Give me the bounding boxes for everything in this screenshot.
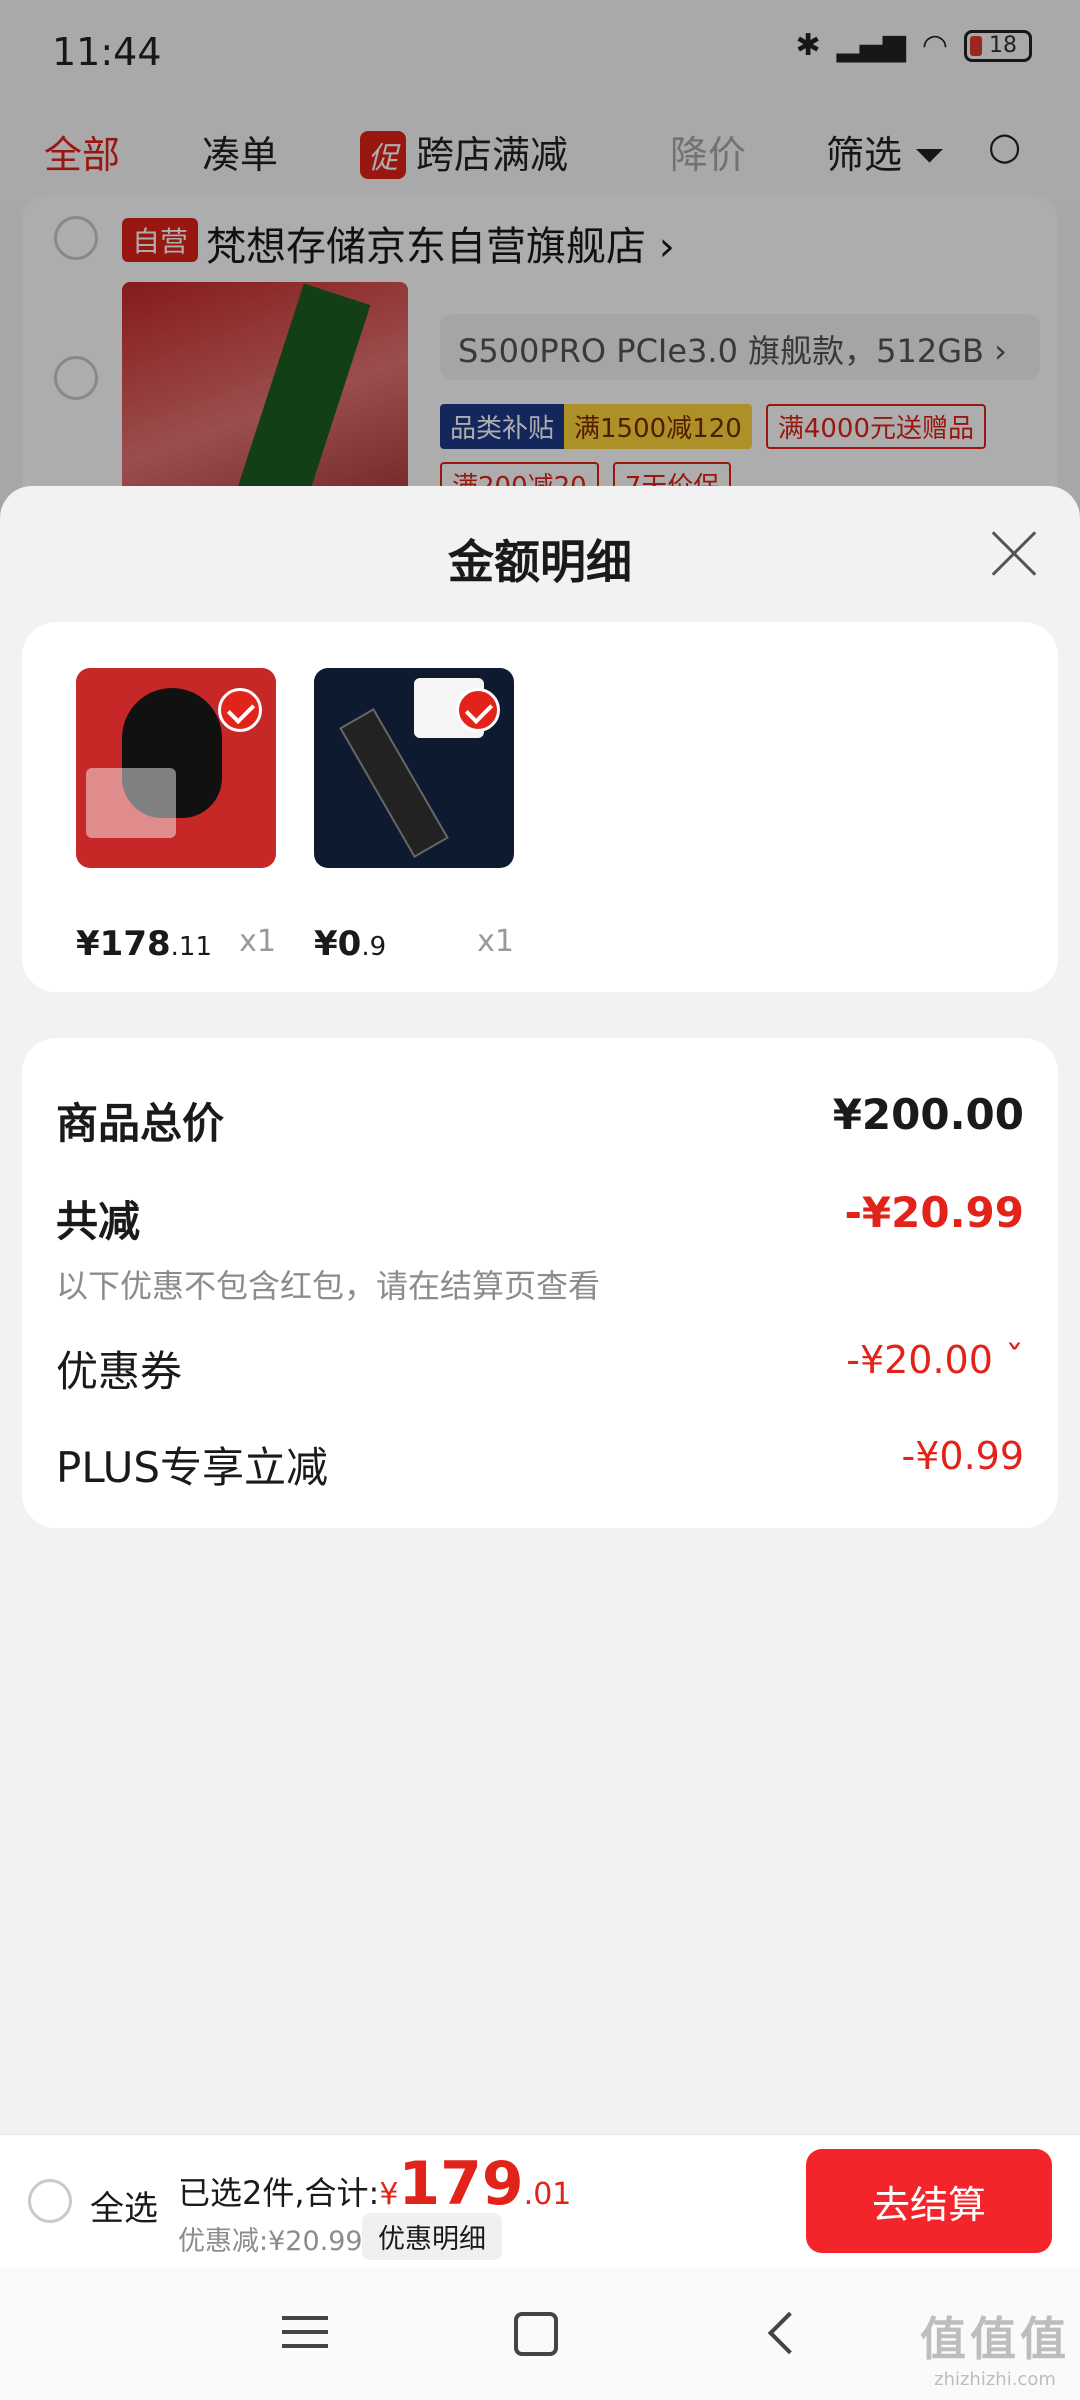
total-price-row: 商品总价 ¥200.00 [56,1090,1024,1151]
close-icon[interactable] [988,528,1040,580]
plus-discount-label: PLUS专享立减 [56,1443,329,1492]
total-currency: ¥ [379,2177,399,2212]
battery-level: 18 [989,33,1017,58]
select-all-radio[interactable] [28,2179,72,2223]
reduction-label: 共减 [56,1197,141,1246]
product-item[interactable]: ¥0.9 x1 [314,668,514,964]
products-card: ¥178.11 x1 ¥0.9 x1 [22,622,1058,992]
price-summary-card: 商品总价 ¥200.00 共减 -¥20.99 以下优惠不包含红包，请在结算页查… [22,1038,1058,1528]
plus-discount-value: -¥0.99 [901,1434,1025,1478]
total-price-label: 商品总价 [56,1099,225,1148]
discount-detail-button[interactable]: 优惠明细 [362,2213,502,2260]
discount-text: 优惠减:¥20.99 [178,2226,363,2257]
mouse-product-image [76,668,276,868]
product-quantity: x1 [239,924,276,959]
coupon-label: 优惠券 [56,1347,183,1396]
product-price: ¥0.9 [314,924,387,964]
check-icon [218,688,262,732]
checkout-button[interactable]: 去结算 [806,2149,1052,2253]
reduction-note: 以下优惠不包含红包，请在结算页查看 [56,1267,601,1305]
selected-count-text: 已选2件,合计: [178,2174,380,2212]
product-price: ¥178.11 [76,924,213,964]
reduction-value: -¥20.99 [844,1188,1024,1237]
coupon-value: -¥20.00 ˇ [846,1338,1024,1382]
total-decimal: .01 [523,2177,572,2212]
total-price-value: ¥200.00 [832,1090,1024,1139]
home-icon[interactable] [514,2312,558,2356]
check-icon [456,688,500,732]
select-all-label[interactable]: 全选 [90,2181,158,2230]
plus-discount-row: PLUS专享立减 -¥0.99 [56,1434,1024,1495]
product-item[interactable]: ¥178.11 x1 [76,668,276,964]
sheet-title: 金额明细 [448,535,632,589]
recent-apps-icon[interactable] [280,2308,330,2358]
product-quantity: x1 [477,924,514,959]
back-icon[interactable] [760,2308,810,2358]
coupon-row[interactable]: 优惠券 -¥20.00 ˇ [56,1338,1024,1399]
amount-detail-sheet: 金额明细 ¥178.11 x1 ¥0.9 x1 商品总价 ¥200.00 共减 [0,486,1080,2134]
watermark: 值值值 zhizhizhi.com [920,2312,1070,2390]
checkout-bar: 全选 已选2件,合计:¥179.01 优惠减:¥20.99 优惠明细 去结算 [0,2134,1080,2268]
reduction-row: 共减 -¥20.99 以下优惠不包含红包，请在结算页查看 [56,1188,1024,1307]
total-summary: 已选2件,合计:¥179.01 [178,2149,571,2219]
cable-product-image [314,668,514,868]
total-amount: 179 [398,2149,524,2219]
system-nav-bar: 值值值 zhizhizhi.com [0,2268,1080,2400]
